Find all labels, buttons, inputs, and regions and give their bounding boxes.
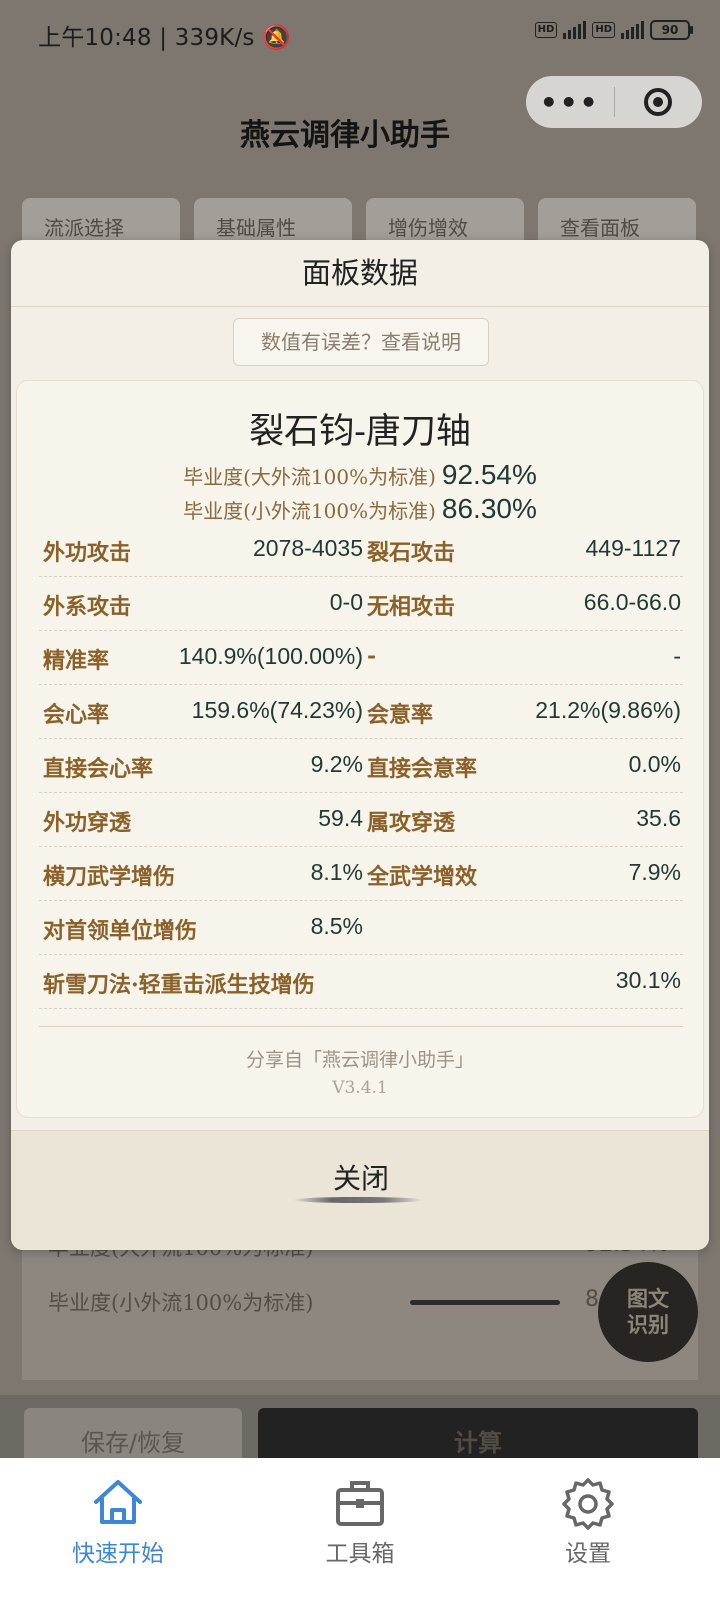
mute-icon: 🔕 [262,25,291,51]
stat-label: 外功攻击 [43,540,132,566]
stats-table: 外功攻击 2078-4035 裂石攻击 449-1127 外系攻击 0-0 无相… [39,523,683,1009]
toolbox-icon [336,1481,384,1526]
signal-4g-icon [563,21,587,39]
status-speed: 339K/s [174,25,255,51]
stat-value: 140.9%(100.00%) [178,643,363,669]
hd-icon: HD [534,22,558,38]
stat-value: 2078-4035 [253,535,363,561]
stat-value: 7.9% [628,859,681,885]
close-button[interactable]: 关闭 [311,1157,411,1197]
tab-label: 设置 [565,1541,611,1567]
status-time: 上午10:48 [38,25,152,51]
stat-label: 横刀武学增伤 [43,864,176,890]
error-note-button[interactable]: 数值有误差？查看说明 [233,318,489,366]
panel-data-modal: 面板数据 数值有误差？查看说明 裂石钧-唐刀轴 毕业度(大外流100%为标准) 9… [11,240,709,1250]
grade-label: 毕业度(小外流100%为标准) [183,499,436,523]
grade-value: 92.54% [441,459,537,490]
home-icon [94,1480,142,1524]
modal-footer: 关闭 [11,1130,709,1250]
stat-row: 斩雪刀法·轻重击派生技增伤 30.1% [39,955,683,1009]
stat-row: 外功攻击 2078-4035 裂石攻击 449-1127 [39,523,683,577]
stat-row: 外功穿透 59.4 属攻穿透 35.6 [39,793,683,847]
stat-label: 外系攻击 [43,594,132,620]
version-text: V3.4.1 [332,1078,388,1098]
status-left: 上午10:48 | 339K/s 🔕 [38,25,291,51]
share-text: 分享自「燕云调律小助手」 [245,1049,474,1071]
grade-value: 86.30% [441,493,537,524]
stat-row: 直接会心率 9.2% 直接会意率 0.0% [39,739,683,793]
stat-value: 0.0% [628,751,681,777]
stats-panel: 裂石钧-唐刀轴 毕业度(大外流100%为标准) 92.54% 毕业度(小外流100… [16,380,704,1118]
stat-value: 21.2%(9.86%) [535,697,681,723]
ocr-label-1: 图文 [627,1287,669,1311]
stat-label: 裂石攻击 [367,540,456,566]
tab-toolbox[interactable]: 工具箱 [280,1472,440,1568]
stat-label: 直接会心率 [43,756,154,782]
stat-label: 对首领单位增伤 [43,918,198,944]
bg-grade-value: 8 [585,1287,599,1312]
stat-value: - [673,643,681,669]
modal-title: 面板数据 [11,240,709,307]
stat-label: 斩雪刀法·轻重击派生技增伤 [43,972,315,998]
stat-row: 会心率 159.6%(74.23%) 会意率 21.2%(9.86%) [39,685,683,739]
grade-row: 毕业度(小外流100%为标准) 86.30% [17,493,703,525]
tab-quick-start[interactable]: 快速开始 [38,1472,198,1568]
stat-value: 9.2% [310,751,363,777]
bg-grade-label: 毕业度(小外流100%为标准) [48,1291,314,1315]
stat-row: 外系攻击 0-0 无相攻击 66.0-66.0 [39,577,683,631]
stat-row: 横刀武学增伤 8.1% 全武学增效 7.9% [39,847,683,901]
stat-label: 精准率 [43,648,110,674]
status-right: HD HD 90 [534,20,693,40]
stat-value: 0-0 [329,589,363,615]
stat-row: 对首领单位增伤 8.5% [39,901,683,955]
stat-label: 外功穿透 [43,810,132,836]
page-title: 燕云调律小助手 [240,118,450,153]
bottom-tab-bar: 快速开始 工具箱 设置 [0,1458,720,1600]
stat-value: 8.1% [310,859,363,885]
weapon-name: 裂石钧-唐刀轴 [249,412,471,452]
stat-label: 会心率 [43,702,110,728]
stat-value: 449-1127 [585,535,682,561]
gear-icon [562,1478,614,1530]
tab-label: 快速开始 [72,1541,164,1567]
hd-icon: HD [592,22,615,38]
signal-5g-icon [621,21,644,39]
stat-value: 35.6 [636,805,681,831]
ocr-button[interactable]: 图文 识别 [598,1262,698,1362]
stat-label: 会意率 [367,702,434,728]
stat-label: 无相攻击 [367,594,456,620]
stat-label: 全武学增效 [367,864,478,890]
stat-label: 属攻穿透 [367,810,456,836]
grade-label: 毕业度(大外流100%为标准) [183,465,436,489]
share-divider [39,1026,683,1027]
tab-label: 工具箱 [325,1541,395,1567]
stat-label: 直接会意率 [367,756,478,782]
tab-settings[interactable]: 设置 [508,1472,668,1568]
stat-value: 159.6%(74.23%) [191,697,363,723]
stat-value: 59.4 [318,805,363,831]
stat-value: 8.5% [310,913,363,939]
stat-label: - [367,643,377,669]
stat-value: 66.0-66.0 [583,589,681,615]
status-bar: 上午10:48 | 339K/s 🔕 HD HD 90 [0,0,720,70]
brush-underline [293,1197,423,1203]
grade-row: 毕业度(大外流100%为标准) 92.54% [17,459,703,491]
stat-row: 精准率 140.9%(100.00%) - - [39,631,683,685]
stat-value: 30.1% [615,967,681,993]
battery-icon: 90 [650,20,693,40]
ocr-label-2: 识别 [627,1313,669,1337]
bg-grade-bar [410,1300,560,1305]
